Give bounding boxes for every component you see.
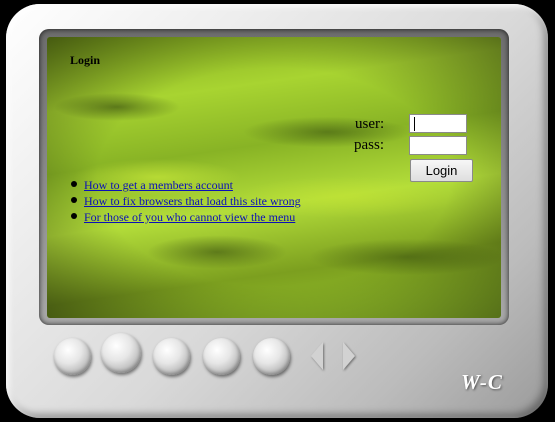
help-link-item: How to fix browsers that load this site … (71, 192, 301, 208)
help-links-list: How to get a members account How to fix … (71, 176, 301, 224)
text-caret (414, 117, 415, 131)
user-label: user: (355, 116, 385, 132)
wc-logo: W-C (461, 370, 503, 394)
round-button-3[interactable] (153, 338, 190, 375)
screen-bezel: Login user: pass: Login How to get a mem… (39, 29, 509, 325)
prev-arrow-icon[interactable] (311, 342, 323, 370)
round-button-4[interactable] (203, 338, 240, 375)
pass-input[interactable] (409, 136, 467, 155)
bullet-icon (71, 181, 77, 187)
login-button[interactable]: Login (410, 159, 473, 182)
round-button-2[interactable] (101, 333, 141, 373)
round-button-1[interactable] (54, 338, 91, 375)
bullet-icon (71, 197, 77, 203)
bullet-icon (71, 213, 77, 219)
cannot-view-menu-link[interactable]: For those of you who cannot view the men… (84, 210, 295, 224)
tv-frame: Login user: pass: Login How to get a mem… (6, 4, 548, 418)
round-button-5[interactable] (253, 338, 290, 375)
screen: Login user: pass: Login How to get a mem… (47, 37, 501, 318)
user-input[interactable] (409, 114, 467, 133)
next-arrow-icon[interactable] (343, 342, 355, 370)
fix-browsers-link[interactable]: How to fix browsers that load this site … (84, 194, 301, 208)
pass-label: pass: (354, 137, 384, 153)
help-link-item: How to get a members account (71, 176, 301, 192)
help-link-item: For those of you who cannot view the men… (71, 208, 301, 224)
login-heading: Login (70, 53, 101, 67)
members-account-link[interactable]: How to get a members account (84, 178, 233, 192)
